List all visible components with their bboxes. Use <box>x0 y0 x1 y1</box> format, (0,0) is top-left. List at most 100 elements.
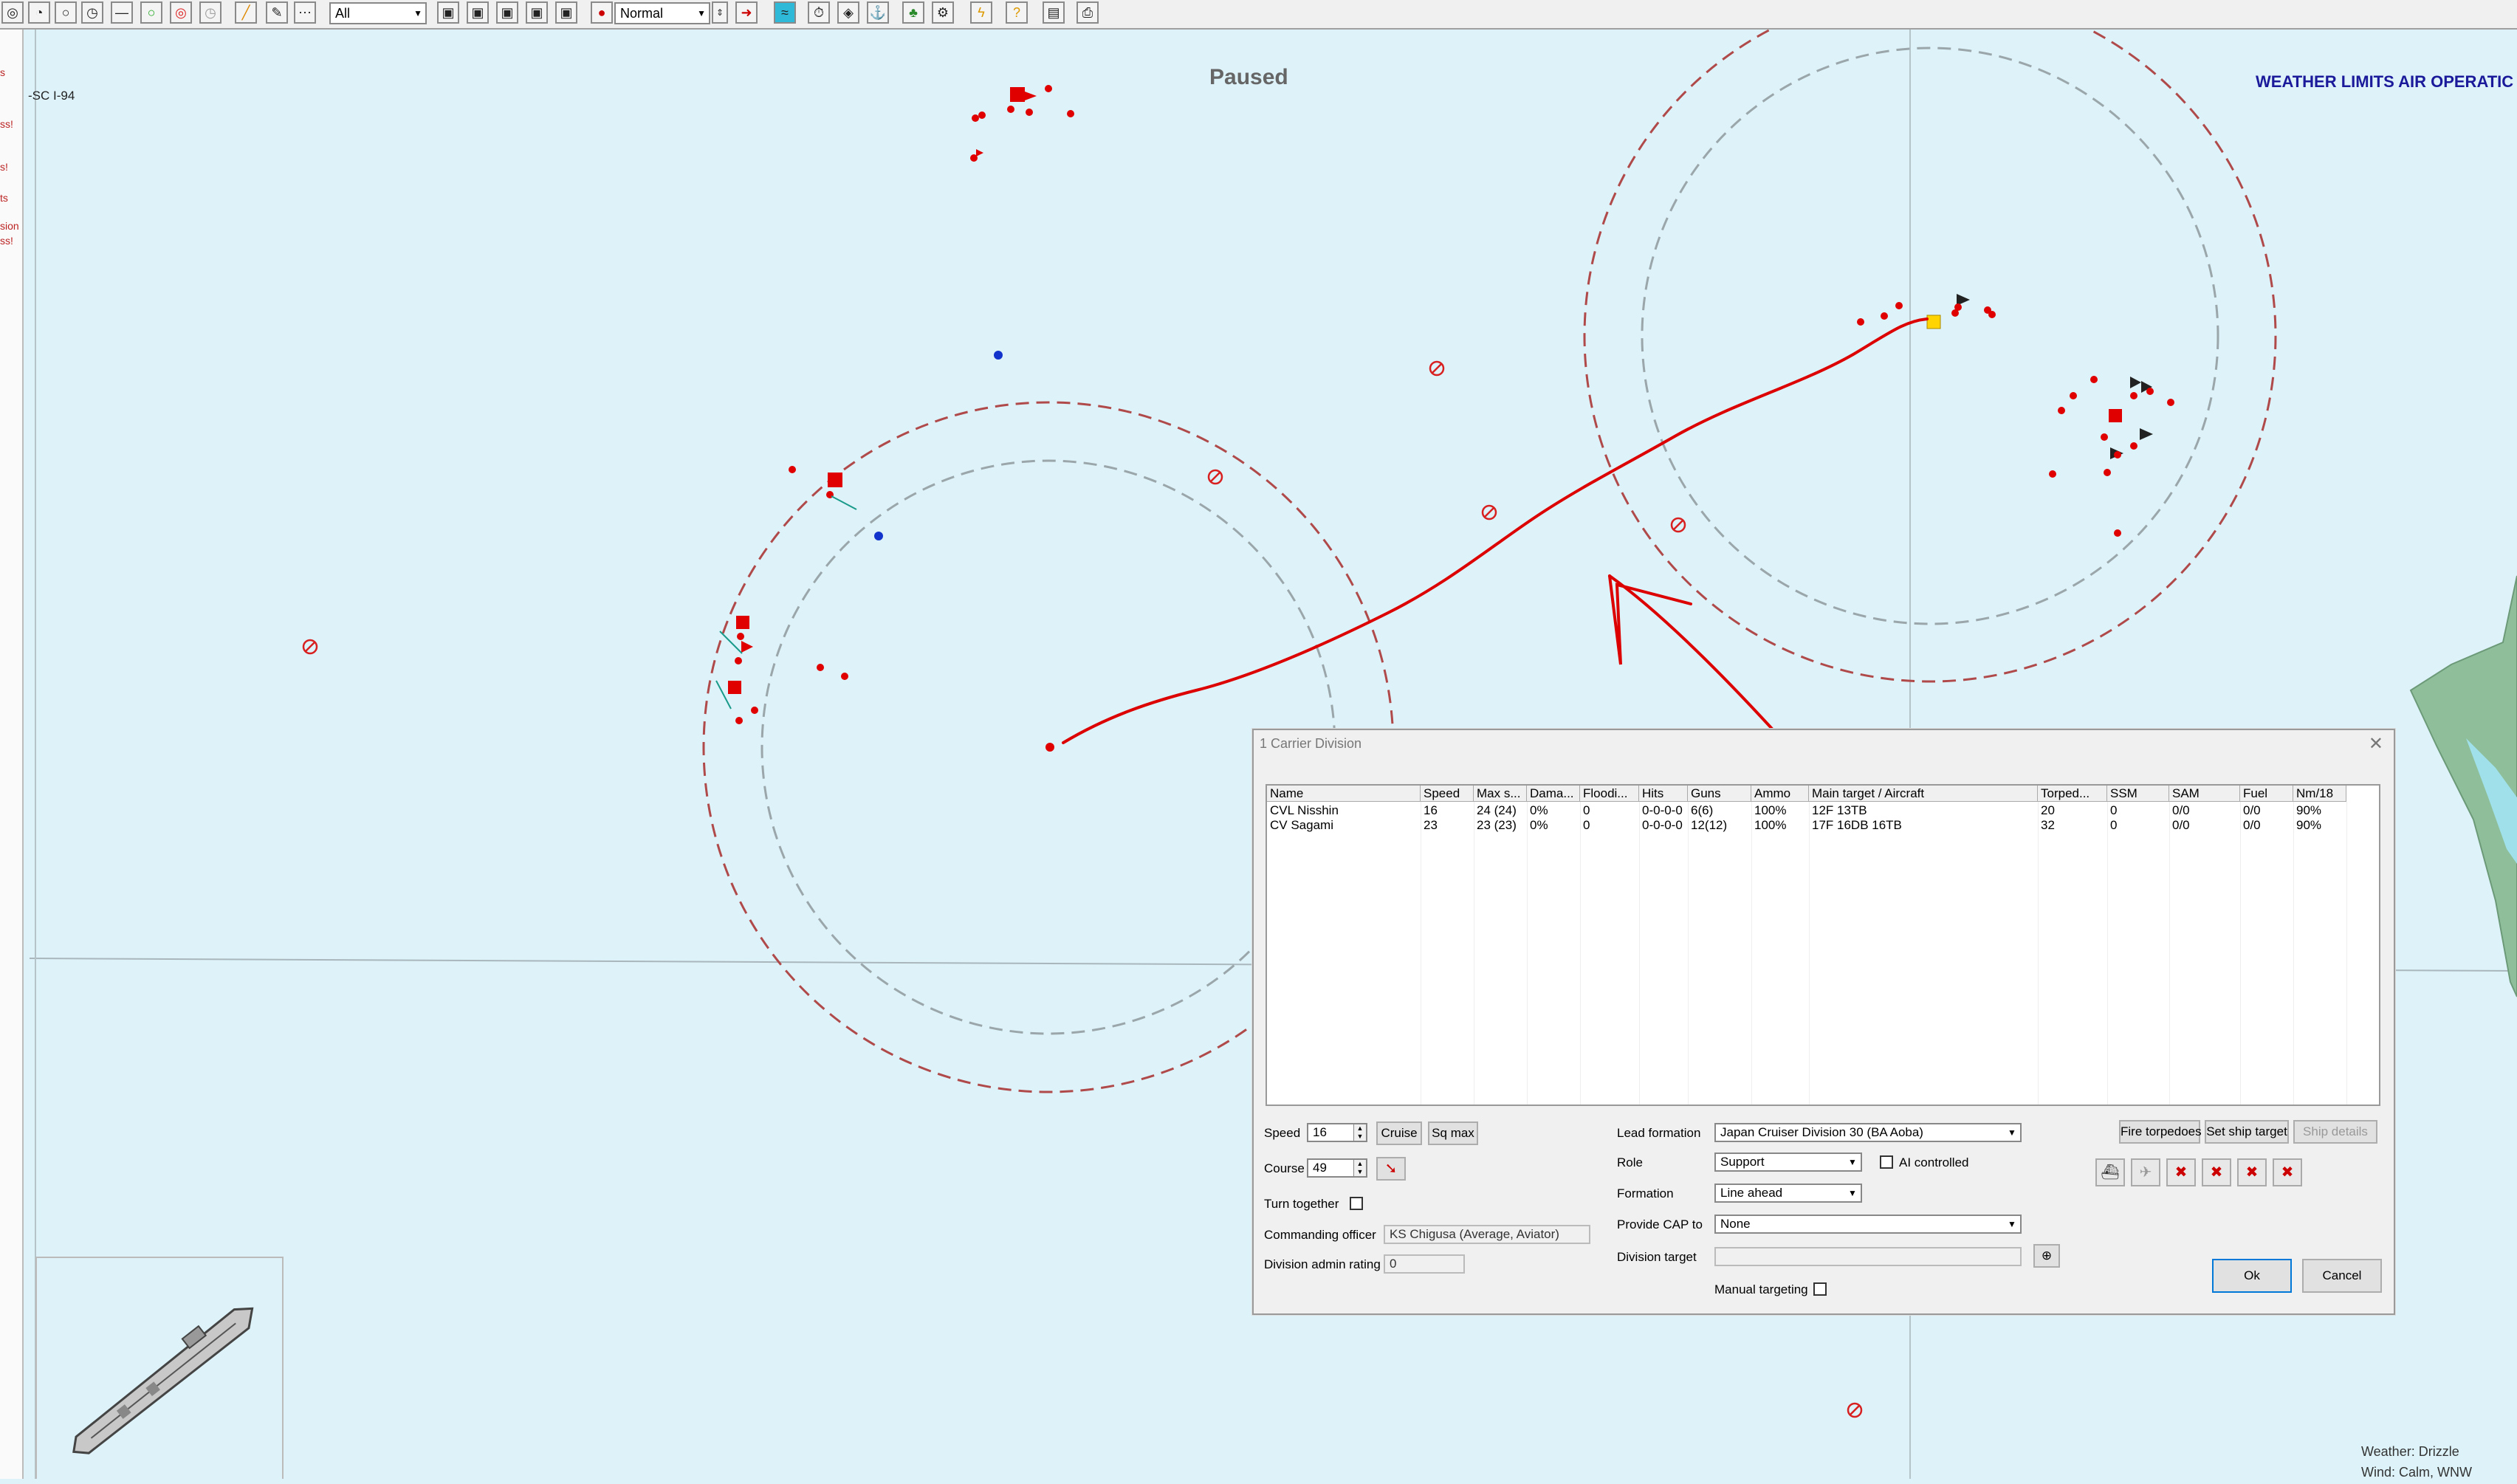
stopwatch-icon[interactable]: ⏱ <box>808 1 830 24</box>
sqmax-button[interactable]: Sq max <box>1428 1121 1478 1145</box>
print-icon[interactable]: ⎙ <box>1076 1 1099 24</box>
column-header[interactable]: Main target / Aircraft <box>1809 786 2038 802</box>
anchor-icon[interactable]: ⚓ <box>867 1 889 24</box>
table-row[interactable]: CVL Nisshin 16 24 (24) 0% 0 0-0-0-0 6(6)… <box>1267 803 2379 818</box>
column-header[interactable]: Name <box>1267 786 1421 802</box>
close-icon[interactable]: ✕ <box>2369 733 2383 755</box>
grey-clock-icon[interactable]: ◷ <box>199 1 222 24</box>
nav2-icon[interactable]: ▣ <box>467 1 489 24</box>
lead-formation-value: Japan Cruiser Division 30 (BA Aoba) <box>1720 1125 1923 1139</box>
weapon-buttons: ⛴ ✈ ✖ ✖ ✖ ✖ <box>2095 1158 2317 1188</box>
nav4-icon[interactable]: ▣ <box>526 1 548 24</box>
pen-icon[interactable]: ✎ <box>266 1 288 24</box>
formation-select[interactable]: Line ahead ▼ <box>1714 1184 1862 1203</box>
tree-icon[interactable]: ♣ <box>902 1 924 24</box>
water-icon[interactable]: ≈ <box>774 1 796 24</box>
nav1-icon[interactable]: ▣ <box>437 1 459 24</box>
filter-select[interactable]: All ▼ <box>329 2 427 24</box>
fire-torpedoes-button[interactable]: Fire torpedoes <box>2119 1120 2202 1144</box>
role-label: Role <box>1617 1155 1643 1169</box>
table-cell: 90% <box>2296 803 2322 817</box>
message-item: ss! <box>0 118 13 130</box>
ok-button[interactable]: Ok <box>2212 1259 2292 1293</box>
nav5-icon[interactable]: ▣ <box>555 1 577 24</box>
green-circle-icon[interactable]: ○ <box>140 1 162 24</box>
lead-formation-label: Lead formation <box>1617 1126 1701 1140</box>
wind-status: Wind: Calm, WNW <box>2361 1465 2472 1480</box>
table-cell: 0 <box>1583 803 1590 817</box>
column-header[interactable]: Max s... <box>1474 786 1527 802</box>
target-icon[interactable]: ◎ <box>1 1 24 24</box>
cap-select[interactable]: None ▼ <box>1714 1215 2022 1234</box>
clock-icon[interactable]: ◔ <box>28 1 50 24</box>
formation-value: Line ahead <box>1720 1186 1783 1200</box>
record-icon[interactable]: ● <box>591 1 613 24</box>
ai-controlled-checkbox[interactable] <box>1880 1155 1893 1169</box>
weapon-x2-icon[interactable]: ✖ <box>2202 1158 2231 1186</box>
spinner-icon[interactable]: ▲ ▼ <box>1353 1160 1366 1176</box>
table-cell: 0/0 <box>2172 803 2190 817</box>
set-course-button[interactable]: ➘ <box>1376 1157 1406 1181</box>
ship-details-button[interactable]: Ship details <box>2293 1120 2377 1144</box>
red-target-icon[interactable]: ◎ <box>170 1 192 24</box>
dots-icon[interactable]: ⋯ <box>294 1 316 24</box>
report-icon[interactable]: ▤ <box>1043 1 1065 24</box>
table-cell: 23 (23) <box>1477 818 1517 832</box>
unit-label: -SC I-94 <box>28 89 75 103</box>
table-cell: 0/0 <box>2172 818 2190 832</box>
help-icon[interactable]: ? <box>1006 1 1028 24</box>
column-header[interactable]: Floodi... <box>1580 786 1639 802</box>
mode-select[interactable]: Normal ▼ <box>614 2 710 24</box>
line-icon[interactable]: ╱ <box>235 1 257 24</box>
arrow-right-icon[interactable]: ➜ <box>735 1 758 24</box>
division-target-field <box>1714 1247 2022 1266</box>
column-header[interactable]: SAM <box>2169 786 2240 802</box>
cancel-button[interactable]: Cancel <box>2302 1259 2382 1293</box>
column-header[interactable]: Nm/18 <box>2293 786 2346 802</box>
column-header[interactable]: Speed <box>1421 786 1474 802</box>
column-header[interactable]: Ammo <box>1751 786 1809 802</box>
course-label: Course <box>1264 1161 1305 1175</box>
manual-targeting-checkbox[interactable] <box>1813 1282 1827 1296</box>
clock2-icon[interactable]: ◷ <box>81 1 103 24</box>
nav3-icon[interactable]: ▣ <box>496 1 518 24</box>
column-header[interactable]: Hits <box>1639 786 1688 802</box>
chevron-down-icon: ▼ <box>1848 1157 1857 1167</box>
cruise-button[interactable]: Cruise <box>1376 1121 1422 1145</box>
clock2-icon[interactable]: ○ <box>55 1 77 24</box>
ship-table[interactable]: Name Speed Max s... Dama... Floodi... Hi… <box>1266 784 2380 1106</box>
minus-icon[interactable]: — <box>111 1 133 24</box>
message-item: s! <box>0 161 8 173</box>
lead-formation-select[interactable]: Japan Cruiser Division 30 (BA Aoba) ▼ <box>1714 1123 2022 1142</box>
column-header[interactable]: SSM <box>2107 786 2169 802</box>
column-header[interactable]: Fuel <box>2240 786 2293 802</box>
weapon-x3-icon[interactable]: ✖ <box>2237 1158 2267 1186</box>
column-header[interactable]: Guns <box>1688 786 1751 802</box>
role-select[interactable]: Support ▼ <box>1714 1152 1862 1172</box>
launch-aircraft-icon[interactable]: ⛴ <box>2095 1158 2125 1186</box>
column-header[interactable]: Dama... <box>1527 786 1580 802</box>
course-input[interactable]: 49 ▲ ▼ <box>1307 1158 1367 1178</box>
table-row[interactable]: CV Sagami 23 23 (23) 0% 0 0-0-0-0 12(12)… <box>1267 818 2379 833</box>
spinner-icon[interactable]: ▲ ▼ <box>1353 1124 1366 1141</box>
settings-icon[interactable]: ⚙ <box>932 1 954 24</box>
weapon-x-icon[interactable]: ✖ <box>2166 1158 2196 1186</box>
message-item: sion <box>0 220 19 232</box>
up-down-icon[interactable]: ⇕ <box>712 1 728 24</box>
weapon-x4-icon[interactable]: ✖ <box>2273 1158 2302 1186</box>
aircraft-icon[interactable]: ✈ <box>2131 1158 2160 1186</box>
table-cell: 0-0-0-0 <box>1642 818 1683 832</box>
chevron-down-icon: ▼ <box>697 8 706 18</box>
lightning-icon[interactable]: ϟ <box>970 1 992 24</box>
table-cell: 100% <box>1754 818 1787 832</box>
crosshair-button[interactable]: ⊕ <box>2033 1244 2060 1268</box>
turn-together-checkbox[interactable] <box>1350 1197 1363 1210</box>
column-header[interactable]: Torped... <box>2038 786 2107 802</box>
speed-input[interactable]: 16 ▲ ▼ <box>1307 1123 1367 1142</box>
manual-targeting-label: Manual targeting <box>1714 1282 1808 1296</box>
message-panel[interactable]: s ss! s! ts sion ss! <box>0 30 24 1479</box>
layers-icon[interactable]: ◈ <box>837 1 859 24</box>
chevron-down-icon: ▼ <box>2008 1219 2016 1229</box>
set-ship-target-button[interactable]: Set ship target <box>2205 1120 2289 1144</box>
main-toolbar: ◎ ◔ ○ ◷ — ○ ◎ ◷ ╱ ✎ ⋯ All ▼ ▣ ▣ ▣ ▣ ▣ ● N… <box>0 0 2517 30</box>
